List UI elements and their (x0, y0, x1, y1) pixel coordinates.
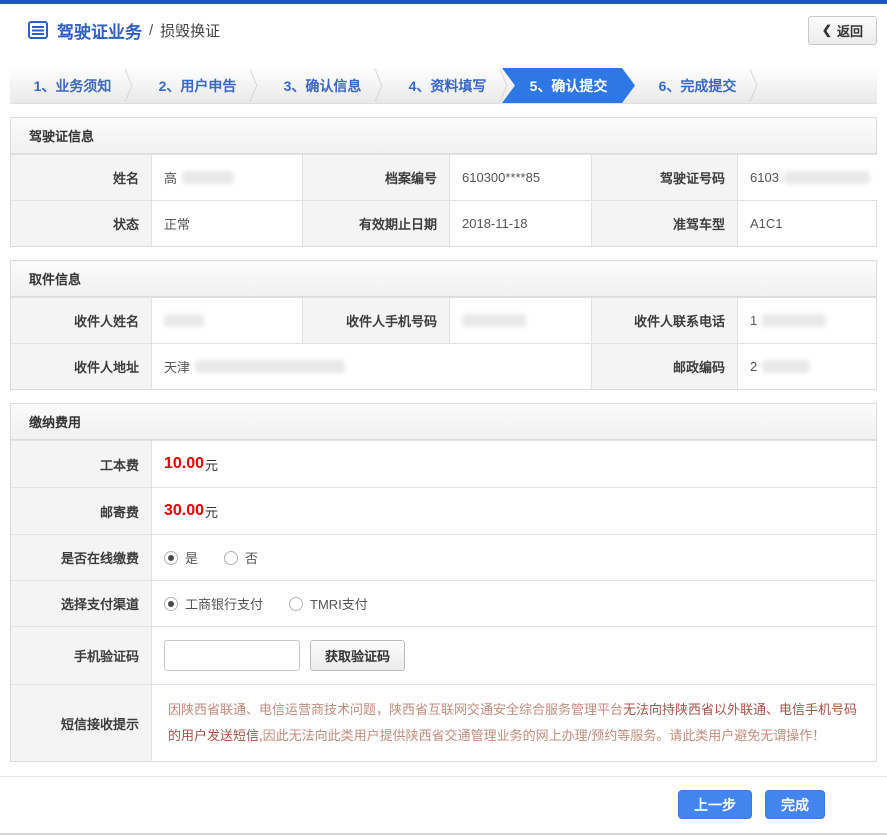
payment-panel: 缴纳费用 工本费 10.00 元 邮寄费 30.00 元 是否在线缴费 是 否 … (10, 403, 877, 762)
pickup-info-panel: 取件信息 收件人姓名 收件人手机号码 收件人联系电话 1 收件人地址 天津 邮政… (10, 260, 877, 390)
redacted-text (762, 314, 827, 327)
radio-icon (164, 550, 178, 565)
valid-until-label: 有效期止日期 (302, 201, 449, 246)
table-row: 选择支付渠道 工商银行支付 TMRI支付 (11, 580, 876, 626)
cost-fee-amount: 10.00 (164, 455, 205, 472)
step-4-fill-data: 4、资料填写 (385, 68, 510, 103)
recipient-address-value: 天津 (151, 344, 591, 389)
table-row: 姓名 高 档案编号 610300****85 驾驶证号码 6103 (11, 154, 882, 200)
mail-fee-value: 30.00 元 (151, 488, 876, 534)
fee-unit: 元 (205, 504, 219, 520)
redacted-text (195, 360, 346, 373)
sms-code-cell: 获取验证码 (151, 627, 876, 684)
name-label: 姓名 (11, 155, 151, 200)
table-row: 收件人地址 天津 邮政编码 2 (11, 343, 876, 389)
license-no-value: 6103 (737, 155, 882, 200)
sms-code-label: 手机验证码 (11, 627, 151, 684)
step-wizard: 1、业务须知 2、用户申告 3、确认信息 4、资料填写 5、确认提交 6、完成提… (10, 68, 877, 104)
step-5-confirm-submit: 5、确认提交 (502, 68, 635, 103)
radio-icon (224, 550, 239, 565)
cost-fee-value: 10.00 元 (151, 441, 876, 487)
table-row: 状态 正常 有效期止日期 2018-11-18 准驾车型 A1C1 (11, 200, 876, 246)
step-bar-filler (760, 68, 877, 103)
back-button-label: 返回 (836, 23, 863, 39)
pay-channel-label: 选择支付渠道 (11, 581, 151, 626)
breadcrumb-current: 损毁换证 (160, 22, 221, 40)
recipient-mobile-label: 收件人手机号码 (302, 298, 449, 343)
redacted-text (182, 171, 235, 184)
list-icon (28, 21, 48, 39)
step-3-confirm-info: 3、确认信息 (260, 68, 385, 103)
file-no-label: 档案编号 (302, 155, 449, 200)
valid-until-value: 2018-11-18 (449, 201, 591, 246)
name-value: 高 (151, 155, 302, 200)
radio-online-pay-yes[interactable]: 是 (164, 548, 198, 567)
table-row: 收件人姓名 收件人手机号码 收件人联系电话 1 (11, 297, 876, 343)
mail-fee-label: 邮寄费 (11, 488, 151, 534)
radio-label: 否 (245, 551, 259, 566)
radio-label: 工商银行支付 (185, 597, 264, 612)
sms-code-input[interactable] (164, 640, 300, 671)
table-row: 邮寄费 30.00 元 (11, 487, 876, 534)
recipient-address-label: 收件人地址 (11, 344, 151, 389)
radio-label: TMRI支付 (310, 597, 368, 612)
recipient-mobile-value (449, 298, 591, 343)
redacted-text (164, 314, 204, 327)
get-sms-code-button[interactable]: 获取验证码 (310, 640, 406, 671)
footer-actions: 上一步 完成 (0, 776, 887, 831)
recipient-name-label: 收件人姓名 (11, 298, 151, 343)
sms-note-part3: 因此无法向此类用户提供陕西省交通管理业务的网上办理/预约等服务。请此类用户避免无… (262, 728, 826, 743)
radio-icon (164, 596, 178, 611)
radio-label: 是 (185, 551, 199, 566)
sms-note-text: 因陕西省联通、电信运营商技术问题，陕西省互联网交通安全综合服务管理平台无法向持陕… (151, 685, 876, 761)
finish-button[interactable]: 完成 (765, 790, 825, 819)
radio-icon (289, 596, 304, 611)
previous-step-button[interactable]: 上一步 (678, 790, 752, 819)
radio-channel-tmri[interactable]: TMRI支付 (289, 594, 368, 613)
step-2-declaration: 2、用户申告 (135, 68, 260, 103)
license-info-title: 驾驶证信息 (11, 118, 876, 154)
recipient-phone-label: 收件人联系电话 (591, 298, 737, 343)
payment-title: 缴纳费用 (11, 404, 876, 440)
table-row: 是否在线缴费 是 否 (11, 534, 876, 580)
redacted-text (762, 360, 811, 373)
table-row: 工本费 10.00 元 (11, 440, 876, 487)
pay-channel-options: 工商银行支付 TMRI支付 (151, 581, 876, 626)
page-header: 驾驶证业务 / 损毁换证 ❮ 返回 (0, 4, 887, 56)
online-pay-options: 是 否 (151, 535, 876, 580)
vehicle-type-label: 准驾车型 (591, 201, 737, 246)
redacted-text (462, 314, 526, 327)
redacted-text (783, 171, 870, 184)
vehicle-type-value: A1C1 (737, 201, 876, 246)
recipient-phone-value: 1 (737, 298, 876, 343)
status-value: 正常 (151, 201, 302, 246)
step-6-complete: 6、完成提交 (635, 68, 760, 103)
pickup-info-title: 取件信息 (11, 261, 876, 297)
license-no-label: 驾驶证号码 (591, 155, 737, 200)
sms-note-part1: 因陕西省联通、电信运营商技术问题，陕西省互联网交通安全综合服务管理平台 (168, 702, 624, 717)
back-button[interactable]: ❮ 返回 (807, 15, 877, 45)
sms-note-label: 短信接收提示 (11, 685, 151, 761)
page-title: 驾驶证业务 (57, 22, 142, 42)
status-label: 状态 (11, 201, 151, 246)
license-info-panel: 驾驶证信息 姓名 高 档案编号 610300****85 驾驶证号码 6103 … (10, 117, 882, 247)
fee-unit: 元 (205, 457, 219, 473)
chevron-left-icon: ❮ (821, 23, 832, 37)
postal-code-value: 2 (737, 344, 876, 389)
cost-fee-label: 工本费 (11, 441, 151, 487)
postal-code-label: 邮政编码 (591, 344, 737, 389)
mail-fee-amount: 30.00 (164, 502, 205, 519)
file-no-value: 610300****85 (449, 155, 591, 200)
recipient-name-value (151, 298, 302, 343)
step-1-notice: 1、业务须知 (10, 68, 135, 103)
online-pay-label: 是否在线缴费 (11, 535, 151, 580)
radio-channel-icbc[interactable]: 工商银行支付 (164, 594, 263, 613)
radio-online-pay-no[interactable]: 否 (224, 548, 258, 567)
breadcrumb-separator: / (149, 21, 154, 39)
table-row: 手机验证码 获取验证码 (11, 626, 876, 684)
table-row: 短信接收提示 因陕西省联通、电信运营商技术问题，陕西省互联网交通安全综合服务管理… (11, 684, 876, 761)
